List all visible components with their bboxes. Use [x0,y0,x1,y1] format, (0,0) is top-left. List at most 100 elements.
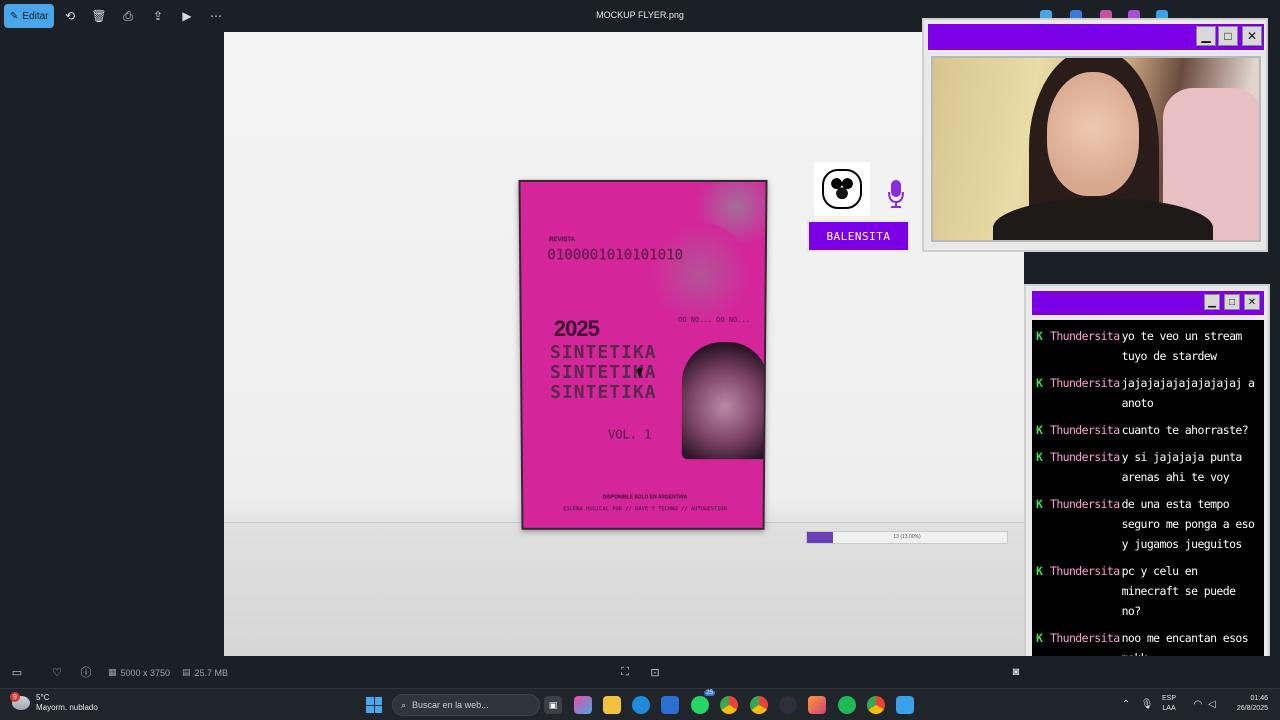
chat-username: Thundersita [1050,329,1120,343]
chat-message: K Thundersita y si jajajaja punta arenas… [1036,447,1260,487]
edge-icon[interactable] [632,696,650,714]
chrome-profile-icon[interactable] [750,696,768,714]
chat-window: ▁ □ ✕ K Thundersita yo te veo un stream … [1024,284,1270,694]
poster-header: REVISTA [549,237,576,244]
fit-view-icon[interactable]: ⛶ [618,665,632,679]
size-text: 25.7 MB [194,667,229,678]
chat-text: cuanto te ahorraste? [1121,423,1249,437]
poster-footer-sub: ESCENA MUSICAL FOR // RAVE Y TECHNO // A… [563,506,727,513]
image-size: ▤ 25.7 MB [182,667,228,678]
weather-temp: 5°C [36,693,50,702]
filmstrip-icon[interactable]: ▭ [10,665,24,679]
chat-username: Thundersita [1050,450,1120,464]
chat-message: K Thundersita de una esta tempo seguro m… [1036,494,1260,554]
chat-messages: K Thundersita yo te veo un stream tuyo d… [1032,320,1264,688]
minimize-icon[interactable]: ▁ [1204,294,1220,310]
maximize-icon[interactable]: □ [1224,294,1240,310]
panda-icon [822,169,862,209]
task-view-icon[interactable]: ▣ [544,696,562,714]
obs-icon[interactable] [779,696,797,714]
chat-text: de una esta tempo seguro me ponga a eso … [1121,497,1255,551]
file-explorer-icon[interactable] [603,696,621,714]
poster-binary: 0100001010101010 [547,247,684,264]
chat-message: K Thundersita yo te veo un stream tuyo d… [1036,326,1260,366]
chat-text: jajajajajajajajajaj a anoto [1121,376,1255,410]
streamer-name: BALENSITA [807,220,910,252]
spotify-icon[interactable] [838,696,856,714]
dimensions-icon: ▦ [108,667,117,677]
poster-year: 2025 [553,315,599,341]
chat-titlebar: ▁ □ ✕ [1032,291,1264,315]
webcam-feed [931,56,1261,242]
file-size-icon: ▤ [182,667,191,677]
whatsapp-badge: 25 [704,690,715,696]
dimensions-text: 5000 x 3750 [120,667,171,678]
poster-vol: VOL. 1 [608,427,652,442]
zoom-fit-icon[interactable]: ⊡ [648,665,662,679]
kick-badge-icon: K [1036,376,1043,390]
kick-badge-icon: K [1036,329,1043,343]
clock[interactable]: 01:46 26/8/2025 [1237,694,1268,714]
wifi-icon[interactable]: ◠ [1192,698,1204,710]
lang-top: ESP [1162,695,1177,702]
close-icon[interactable]: ✕ [1242,26,1262,46]
chat-text: yo te veo un stream tuyo de stardew [1121,329,1243,363]
weather-desc: Mayorm. nublado [36,703,98,712]
poster-blob [650,222,752,324]
info-icon[interactable]: ⓘ [79,665,93,679]
active-photos-icon[interactable] [896,696,914,714]
language-indicator[interactable]: ESP LAA [1162,694,1176,714]
poster-footer: DISPONIBLE SOLO EN ARGENTINA [602,494,688,501]
webcam-window: ▁ □ ✕ [922,18,1268,252]
chat-text: y si jajajaja punta arenas ahi te voy [1121,450,1243,484]
chat-message: K Thundersita pc y celu en minecraft se … [1036,561,1260,621]
poster-title-line: SINTETIKA [550,381,657,403]
chat-username: Thundersita [1050,423,1120,437]
search-placeholder: Buscar en la web... [412,700,489,710]
chat-text: pc y celu en minecraft se puede no? [1121,564,1236,618]
copilot-icon[interactable] [574,696,592,714]
kick-badge-icon: K [1036,450,1043,464]
taskbar: 9 5°C Mayorm. nublado ⌕ Buscar en la web… [0,688,1280,720]
store-icon[interactable] [661,696,679,714]
photos-icon[interactable] [808,696,826,714]
chrome-icon[interactable] [720,696,738,714]
flyer-poster: REVISTA 0100001010101010 2025 OO NO... O… [518,179,768,530]
chat-message: K Thundersita jajajajajajajajajaj a anot… [1036,373,1260,413]
windows-start-icon[interactable] [366,697,382,713]
close-icon[interactable]: ✕ [1244,294,1260,310]
whatsapp-icon[interactable]: 25 [691,690,715,714]
kick-badge-icon: K [1036,564,1043,578]
maximize-icon[interactable]: □ [1218,26,1238,46]
search-icon: ⌕ [401,699,407,710]
chat-username: Thundersita [1050,497,1120,511]
chevron-up-icon[interactable]: ⌃ [1120,698,1132,710]
chat-username: Thundersita [1050,376,1120,390]
chrome-alt-icon[interactable] [867,696,885,714]
microphone-icon [886,178,906,210]
volume-icon[interactable]: ◁ [1206,698,1218,710]
viewer-status-bar: ▭ ♡ ⓘ ▦ 5000 x 3750 ▤ 25.7 MB ⛶ ⊡ ◙ [0,656,1280,688]
cloud-icon: 9 [10,692,30,710]
camera-icon[interactable]: ◙ [1009,665,1023,679]
weather-badge: 9 [10,692,20,702]
weather-widget[interactable]: 9 5°C Mayorm. nublado [10,692,98,713]
kick-badge-icon: K [1036,497,1043,511]
minimize-icon[interactable]: ▁ [1196,26,1216,46]
taskbar-search[interactable]: ⌕ Buscar en la web... [392,694,540,716]
lang-bottom: LAA [1162,705,1176,712]
desktop: ✎ Editar ⟲ 🗑 ⎙ ⇪ ▶ ⋯ MOCKUP FLYER.png RE… [0,0,1280,720]
streamer-face [1047,72,1139,196]
kick-badge-icon: K [1036,423,1043,437]
chat-message: K Thundersita cuanto te ahorraste? [1036,420,1260,440]
webcam-titlebar: ▁ □ ✕ [928,24,1264,50]
microphone-tray-icon[interactable]: 🎙 [1141,698,1154,710]
streamer-avatar [814,162,870,216]
progress-text: 13 (13.00%) [893,534,921,540]
chat-username: Thundersita [1050,564,1120,578]
poster-title-line: SINTETIKA [549,341,657,363]
image-canvas: REVISTA 0100001010101010 2025 OO NO... O… [224,32,1024,656]
clock-time: 01:46 [1250,695,1268,702]
goal-progress-bar: 13 (13.00%) [806,531,1008,544]
heart-icon[interactable]: ♡ [50,665,64,679]
